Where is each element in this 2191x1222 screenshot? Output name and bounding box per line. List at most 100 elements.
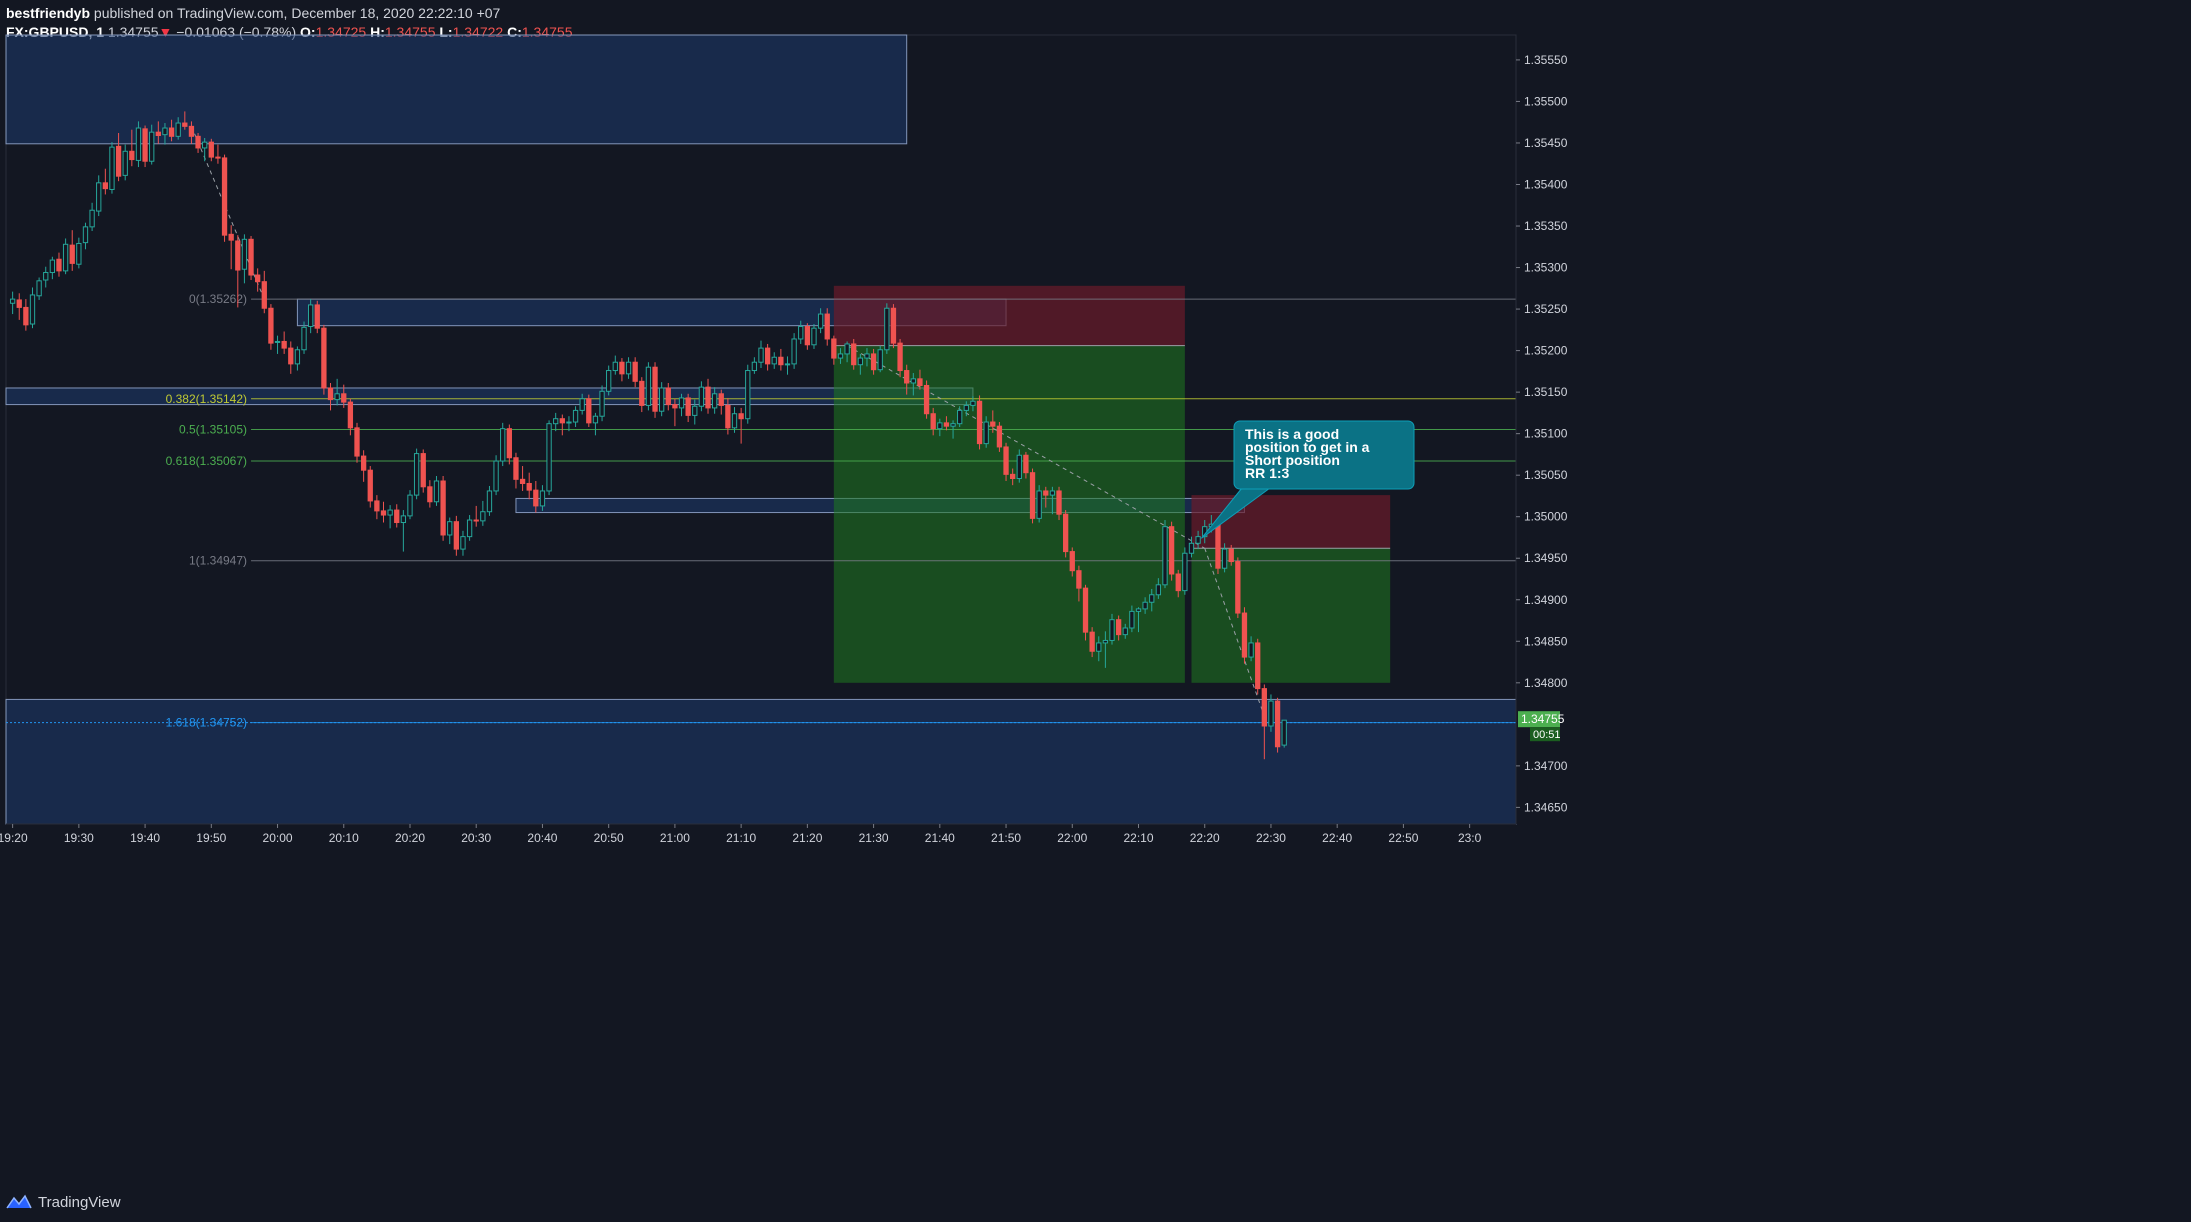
candle-body-39 bbox=[268, 307, 274, 344]
candle-body-19 bbox=[135, 127, 142, 161]
candle-body-149 bbox=[996, 425, 1003, 448]
candle-body-132 bbox=[884, 307, 890, 351]
callout-line-3: RR 1:3 bbox=[1245, 465, 1290, 481]
candle-body-117 bbox=[784, 363, 791, 366]
candle-body-88 bbox=[592, 415, 599, 424]
x-tick-label-21: 22:50 bbox=[1388, 831, 1418, 845]
candle-body-119 bbox=[798, 326, 804, 340]
candle-body-124 bbox=[831, 338, 837, 359]
candle-body-173 bbox=[1155, 584, 1162, 596]
x-tick-label-22: 23:0 bbox=[1458, 831, 1482, 845]
x-tick-label-3: 19:50 bbox=[196, 831, 226, 845]
candle-body-44 bbox=[301, 326, 307, 351]
candle-body-26 bbox=[182, 122, 188, 127]
candle-body-175 bbox=[1168, 526, 1175, 575]
candle-body-126 bbox=[844, 343, 850, 355]
candle-body-21 bbox=[149, 131, 155, 162]
candle-body-184 bbox=[1228, 548, 1234, 563]
candle-body-62 bbox=[420, 453, 426, 488]
zone-box-2 bbox=[5, 387, 974, 406]
candle-body-61 bbox=[413, 453, 420, 496]
candle-body-89 bbox=[599, 390, 605, 417]
candle-body-13 bbox=[96, 182, 102, 212]
candle-body-23 bbox=[162, 127, 168, 136]
candle-body-169 bbox=[1129, 610, 1135, 629]
candle-body-188 bbox=[1255, 642, 1261, 690]
candle-body-5 bbox=[43, 272, 49, 281]
candle-body-158 bbox=[1056, 490, 1062, 515]
candle-body-79 bbox=[533, 489, 539, 507]
y-tick-label-5: 1.35300 bbox=[1524, 261, 1568, 275]
candle-body-167 bbox=[1115, 619, 1122, 636]
candle-body-144 bbox=[963, 404, 969, 411]
fib-label-0: 0(1.35262) bbox=[189, 292, 247, 306]
candle-body-103 bbox=[692, 405, 698, 416]
candle-body-76 bbox=[513, 457, 519, 480]
y-tick-label-8: 1.35150 bbox=[1524, 385, 1568, 399]
y-tick-label-4: 1.35350 bbox=[1524, 219, 1568, 233]
candle-body-161 bbox=[1076, 570, 1082, 589]
candle-body-63 bbox=[427, 486, 433, 503]
candle-body-143 bbox=[957, 409, 963, 425]
candle-body-1 bbox=[16, 299, 22, 308]
candle-body-95 bbox=[639, 380, 645, 406]
x-tick-label-14: 21:40 bbox=[925, 831, 955, 845]
last-price-label: 1.34755 bbox=[1521, 712, 1565, 726]
candle-body-77 bbox=[519, 478, 526, 484]
candle-body-30 bbox=[208, 141, 214, 158]
candle-body-96 bbox=[645, 366, 652, 406]
candle-body-78 bbox=[526, 482, 532, 491]
candle-body-92 bbox=[619, 361, 625, 375]
candle-body-163 bbox=[1089, 631, 1095, 652]
tradingview-logo-icon bbox=[6, 1194, 32, 1209]
candle-body-112 bbox=[751, 361, 758, 372]
y-tick-label-14: 1.34850 bbox=[1524, 634, 1568, 648]
candle-body-22 bbox=[155, 131, 161, 136]
candle-body-155 bbox=[1036, 490, 1042, 519]
candle-body-165 bbox=[1102, 639, 1109, 644]
candle-body-94 bbox=[632, 361, 638, 382]
y-tick-label-3: 1.35400 bbox=[1524, 177, 1568, 191]
candle-body-157 bbox=[1049, 490, 1056, 496]
candle-body-150 bbox=[1003, 446, 1009, 475]
candle-body-90 bbox=[606, 370, 612, 392]
candle-body-64 bbox=[433, 480, 440, 503]
candle-body-170 bbox=[1135, 608, 1142, 612]
y-tick-label-15: 1.34800 bbox=[1524, 676, 1568, 690]
x-tick-label-10: 21:00 bbox=[660, 831, 690, 845]
candle-body-122 bbox=[817, 313, 824, 329]
candle-body-6 bbox=[49, 259, 56, 274]
candle-body-65 bbox=[440, 480, 446, 536]
candle-body-48 bbox=[327, 387, 334, 401]
candle-body-40 bbox=[274, 340, 281, 343]
candle-body-128 bbox=[857, 357, 863, 366]
x-tick-label-9: 20:50 bbox=[594, 831, 624, 845]
candle-body-110 bbox=[738, 413, 744, 420]
candle-body-36 bbox=[248, 238, 254, 276]
candle-body-0 bbox=[9, 298, 16, 304]
fib-label-4: 1(1.34947) bbox=[189, 554, 247, 568]
candle-body-37 bbox=[255, 274, 261, 283]
candle-body-133 bbox=[890, 307, 897, 344]
price-chart[interactable]: 0(1.35262) 0.382(1.35142) 0.5(1.35105) 0.61… bbox=[0, 0, 2191, 1222]
candle-body-115 bbox=[771, 356, 777, 365]
candle-body-111 bbox=[745, 370, 751, 420]
candle-body-46 bbox=[314, 304, 320, 329]
tradingview-brand[interactable]: TradingView bbox=[38, 1194, 121, 1211]
candle-body-106 bbox=[711, 393, 718, 409]
fib-label-3: 0.618(1.35067) bbox=[166, 454, 247, 468]
countdown-label: 00:51 bbox=[1533, 729, 1561, 741]
candle-body-113 bbox=[758, 347, 764, 363]
candle-body-75 bbox=[506, 428, 512, 459]
y-tick-label-0: 1.35550 bbox=[1524, 53, 1568, 67]
y-tick-label-11: 1.35000 bbox=[1524, 510, 1568, 524]
x-tick-label-12: 21:20 bbox=[792, 831, 822, 845]
x-tick-label-17: 22:10 bbox=[1123, 831, 1153, 845]
candle-body-131 bbox=[877, 349, 883, 371]
candle-body-51 bbox=[347, 401, 354, 429]
candle-body-142 bbox=[950, 423, 956, 427]
candle-body-136 bbox=[910, 378, 916, 384]
candle-body-24 bbox=[168, 127, 175, 137]
candle-body-80 bbox=[539, 490, 546, 507]
x-tick-label-15: 21:50 bbox=[991, 831, 1021, 845]
